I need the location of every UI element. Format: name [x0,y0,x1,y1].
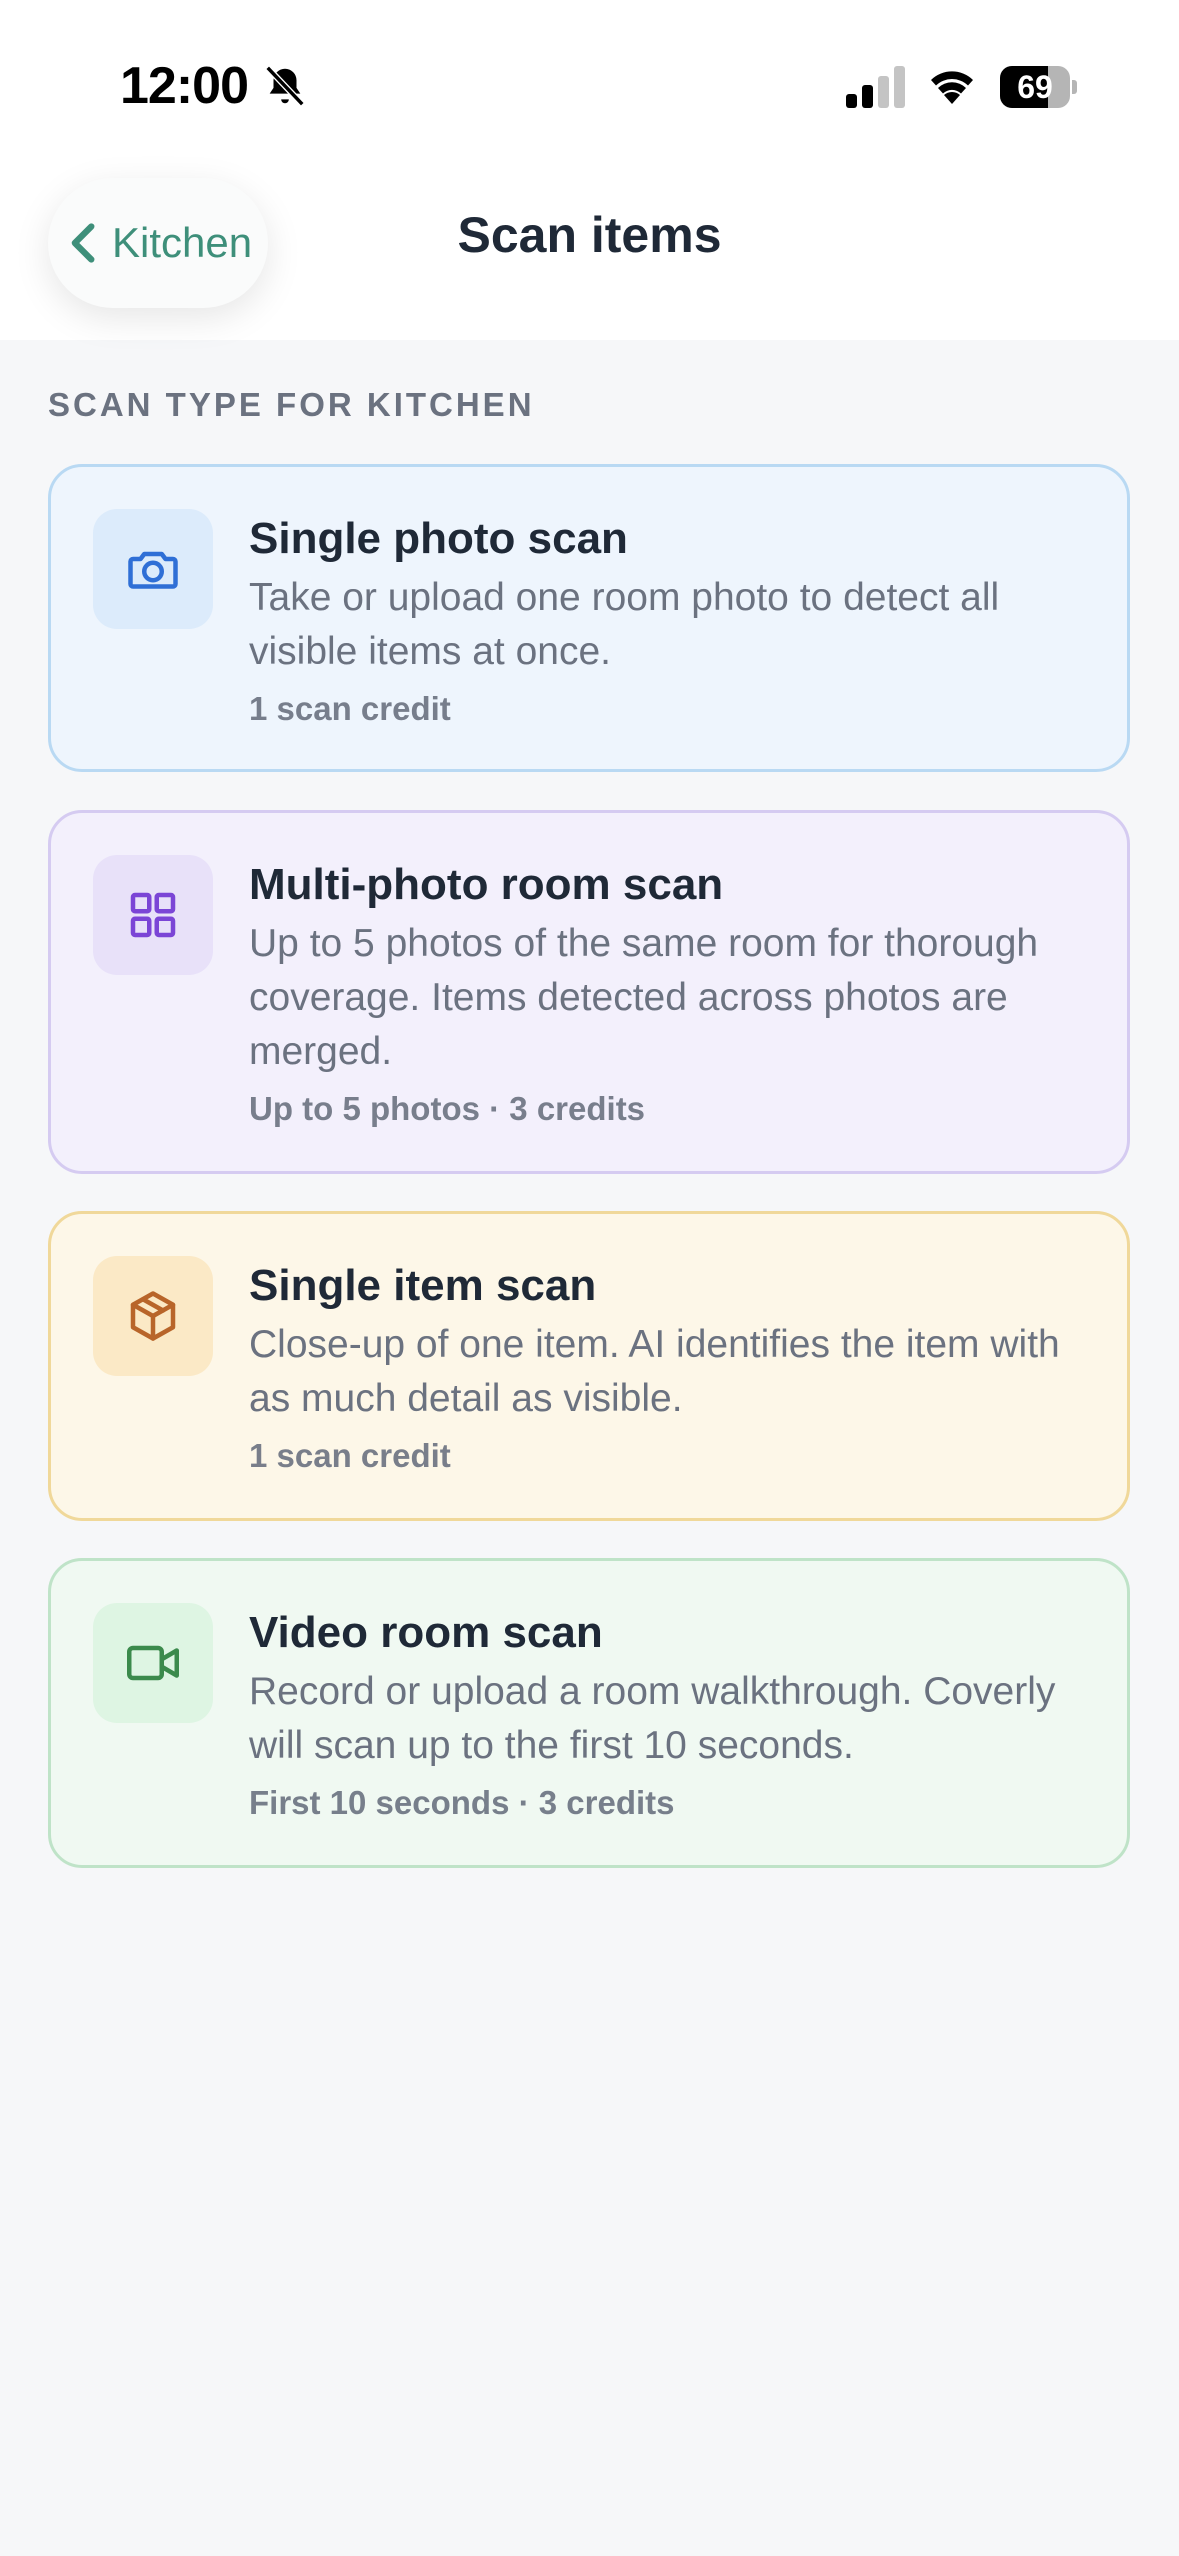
card-description: Up to 5 photos of the same room for thor… [249,922,1039,1073]
card-description: Record or upload a room walkthrough. Cov… [249,1670,1056,1767]
multi-photo-room-scan-card[interactable]: Multi-photo room scan Up to 5 photos of … [48,810,1130,1174]
cellular-signal-icon [846,66,905,108]
battery-indicator: 69 [1000,66,1077,108]
card-title: Single item scan [249,1261,597,1310]
box-icon [130,1291,176,1341]
page-title: Scan items [457,207,722,263]
grid-icon [130,892,176,938]
card-description: Close-up of one item. AI identifies the … [249,1323,1060,1420]
video-camera-icon [127,1645,179,1681]
section-heading: SCAN TYPE FOR KITCHEN [48,386,535,423]
card-title: Single photo scan [249,514,628,563]
status-bar: 12:00 69 [0,0,1179,170]
card-description: Take or upload one room photo to detect … [249,576,1000,673]
card-title: Video room scan [249,1608,603,1657]
camera-icon [128,551,178,589]
card-icon-box [93,509,213,629]
nav-header: Kitchen Scan items [0,170,1179,340]
battery-percent: 69 [1017,69,1053,105]
single-photo-scan-card[interactable]: Single photo scan Take or upload one roo… [48,464,1130,772]
card-icon-box [93,855,213,975]
card-icon-box [93,1256,213,1376]
card-credits: 1 scan credit [249,1437,451,1474]
wifi-icon [931,71,973,104]
bell-muted-icon [265,65,305,107]
card-credits: 1 scan credit [249,690,451,727]
status-time: 12:00 [120,57,249,115]
card-credits: First 10 seconds · 3 credits [249,1784,675,1821]
video-room-scan-card[interactable]: Video room scan Record or upload a room … [48,1558,1130,1868]
card-icon-box [93,1603,213,1723]
card-credits: Up to 5 photos · 3 credits [249,1090,646,1127]
card-title: Multi-photo room scan [249,860,724,909]
single-item-scan-card[interactable]: Single item scan Close-up of one item. A… [48,1211,1130,1521]
